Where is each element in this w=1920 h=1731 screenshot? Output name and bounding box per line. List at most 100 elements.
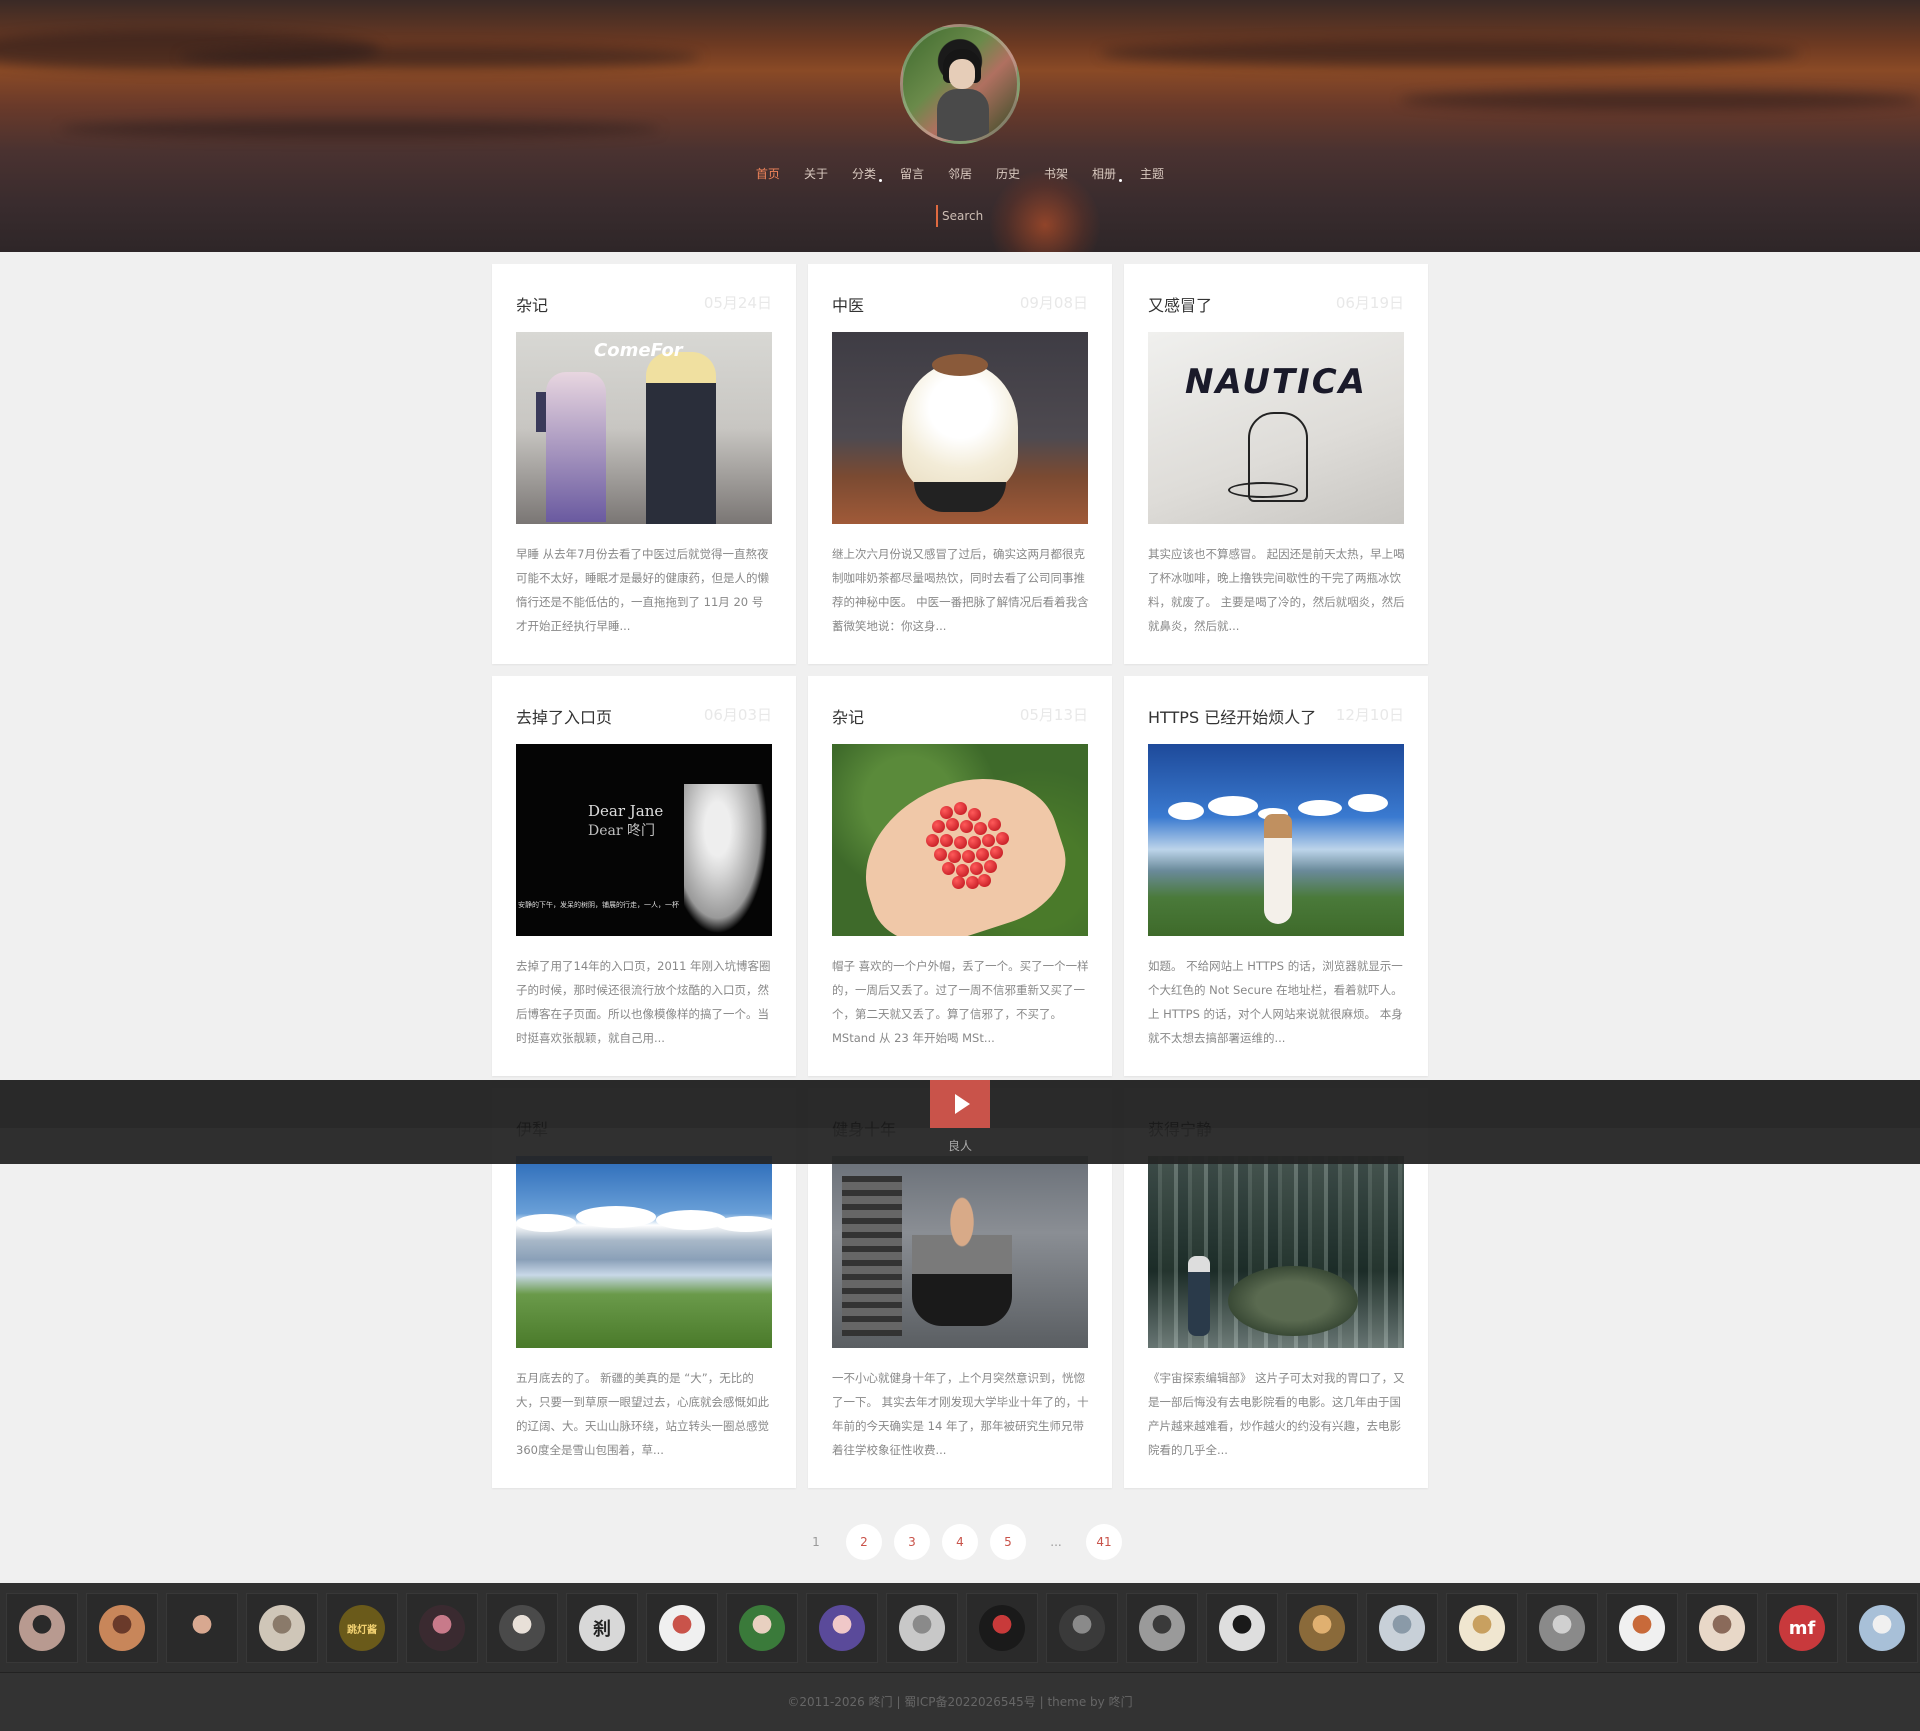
photo-caption: 安静的下午，发呆的树阴，铺展的行走，一人，一杯 [518,901,679,909]
friend-link[interactable] [806,1593,878,1663]
friend-avatar [1459,1605,1505,1651]
berry [978,874,991,887]
nav-item[interactable]: 首页 [744,164,792,184]
page-link: 1 [812,1535,820,1549]
post-title[interactable]: 中医 [832,292,864,316]
post-title[interactable]: 又感冒了 [1148,292,1212,316]
friend-link[interactable] [1206,1593,1278,1663]
post-thumbnail[interactable] [832,744,1088,936]
friend-avatar [19,1605,65,1651]
play-icon [954,1094,970,1114]
post-title[interactable]: 去掉了入口页 [516,704,612,728]
post-card[interactable]: 去掉了入口页 06月03日 Dear Jane Dear 咚门 安静的下午，发呆的树阴，… [492,676,796,1076]
song-title: 良人 [947,1139,972,1153]
cloud [180,46,700,68]
berry [952,876,965,889]
friend-link[interactable]: mf [1766,1593,1838,1663]
friend-link[interactable] [1126,1593,1198,1663]
page-link[interactable]: 3 [894,1524,930,1560]
berry [982,834,995,847]
friend-link[interactable] [1686,1593,1758,1663]
friend-link[interactable] [726,1593,798,1663]
berry [996,832,1009,845]
play-button[interactable] [930,1080,990,1128]
photo-detail [684,784,768,934]
friend-link[interactable] [966,1593,1038,1663]
nav-item[interactable]: 主题 [1128,164,1176,184]
page-link[interactable]: 2 [846,1524,882,1560]
post-date: 09月08日 [1019,294,1088,312]
post-date: 06月19日 [1335,294,1404,312]
friend-link[interactable] [406,1593,478,1663]
friend-link[interactable] [1446,1593,1518,1663]
site-avatar[interactable] [900,24,1020,144]
friend-link[interactable]: 跳灯酱 [326,1593,398,1663]
avatar-face [949,59,975,89]
nav-item[interactable]: 留言 [888,164,936,184]
friend-link[interactable] [1846,1593,1918,1663]
search-box[interactable] [936,205,1026,227]
page-link[interactable]: 41 [1086,1524,1122,1560]
post-excerpt: 早睡 从去年7月份去看了中医过后就觉得一直熬夜可能不太好，睡眠才是最好的健康药，… [516,547,769,633]
friend-avatar [1699,1605,1745,1651]
photo-cloud [516,1214,576,1232]
nav-item[interactable]: 书架 [1032,164,1080,184]
friend-link[interactable]: 刹 [566,1593,638,1663]
berry [966,876,979,889]
post-title[interactable]: 杂记 [832,704,864,728]
post-card[interactable]: HTTPS 已经开始烦人了 12月10日 如题。 不给网站上 HTTPS 的话，浏览… [1124,676,1428,1076]
friend-link[interactable] [886,1593,958,1663]
berry [976,848,989,861]
post-excerpt: 其实应该也不算感冒。 起因还是前天太热，早上喝了杯冰咖啡，晚上撸铁完间歇性的干完… [1148,547,1405,633]
friend-link[interactable] [1366,1593,1438,1663]
berry [942,862,955,875]
photo-cloud [1348,794,1388,812]
friend-link[interactable] [86,1593,158,1663]
page-link[interactable]: 4 [942,1524,978,1560]
post-thumbnail[interactable] [1148,1156,1404,1348]
post-thumbnail[interactable] [832,1156,1088,1348]
berry [970,862,983,875]
friend-avatar [899,1605,945,1651]
friend-avatar [659,1605,705,1651]
nav-item[interactable]: 相册 [1080,164,1128,184]
post-thumbnail[interactable] [832,332,1088,524]
post-thumbnail[interactable]: Dear Jane Dear 咚门 安静的下午，发呆的树阴，铺展的行走，一人，一杯 [516,744,772,936]
nav-item[interactable]: 关于 [792,164,840,184]
friend-link[interactable] [1606,1593,1678,1663]
photo-text: Dear Jane [588,802,664,820]
friend-link[interactable] [1046,1593,1118,1663]
nav-item[interactable]: 历史 [984,164,1032,184]
friend-link[interactable] [6,1593,78,1663]
berry [968,808,981,821]
friend-link[interactable] [646,1593,718,1663]
friend-link[interactable] [1526,1593,1598,1663]
friend-avatar [179,1605,225,1651]
post-thumbnail[interactable]: ComeFor [516,332,772,524]
post-excerpt: 五月底去的了。 新疆的美真的是 “大”，无比的大，只要一到草原一眼望过去，心底就… [516,1371,769,1457]
post-title[interactable]: HTTPS 已经开始烦人了 [1148,704,1316,728]
photo-cloud [1298,800,1342,816]
berry [932,820,945,833]
post-title[interactable]: 杂记 [516,292,548,316]
post-card[interactable]: 杂记 05月24日 ComeFor 早睡 从去年7月份去看了中医过后就觉得一直熬夜可能… [492,264,796,664]
post-thumbnail[interactable] [1148,744,1404,936]
friend-avatar [1379,1605,1425,1651]
nav-item[interactable]: 分类 [840,164,888,184]
friend-avatar-text: mf [1788,1617,1816,1639]
post-thumbnail[interactable] [516,1156,772,1348]
berry [946,818,959,831]
friend-link[interactable] [166,1593,238,1663]
friends-strip: 跳灯酱 刹 mf [0,1583,1920,1673]
post-card[interactable]: 又感冒了 06月19日 NAUTICA 其实应该也不算感冒。 起因还是前天太热，早上喝… [1124,264,1428,664]
post-thumbnail[interactable]: NAUTICA [1148,332,1404,524]
nav-item[interactable]: 邻居 [936,164,984,184]
friend-link[interactable] [1286,1593,1358,1663]
photo-detail: ComeFor [594,340,683,361]
friend-link[interactable] [246,1593,318,1663]
search-input[interactable] [938,205,1026,227]
post-card[interactable]: 杂记 05月13日 帽子 喜欢的一个户外帽，丢了一个。买了一个一样的，一周后又丢了。… [808,676,1112,1076]
page-link[interactable]: 5 [990,1524,1026,1560]
friend-link[interactable] [486,1593,558,1663]
post-card[interactable]: 中医 09月08日 继上次六月份说又感冒了过后，确实这两月都很克制咖啡奶茶都尽量喝热… [808,264,1112,664]
